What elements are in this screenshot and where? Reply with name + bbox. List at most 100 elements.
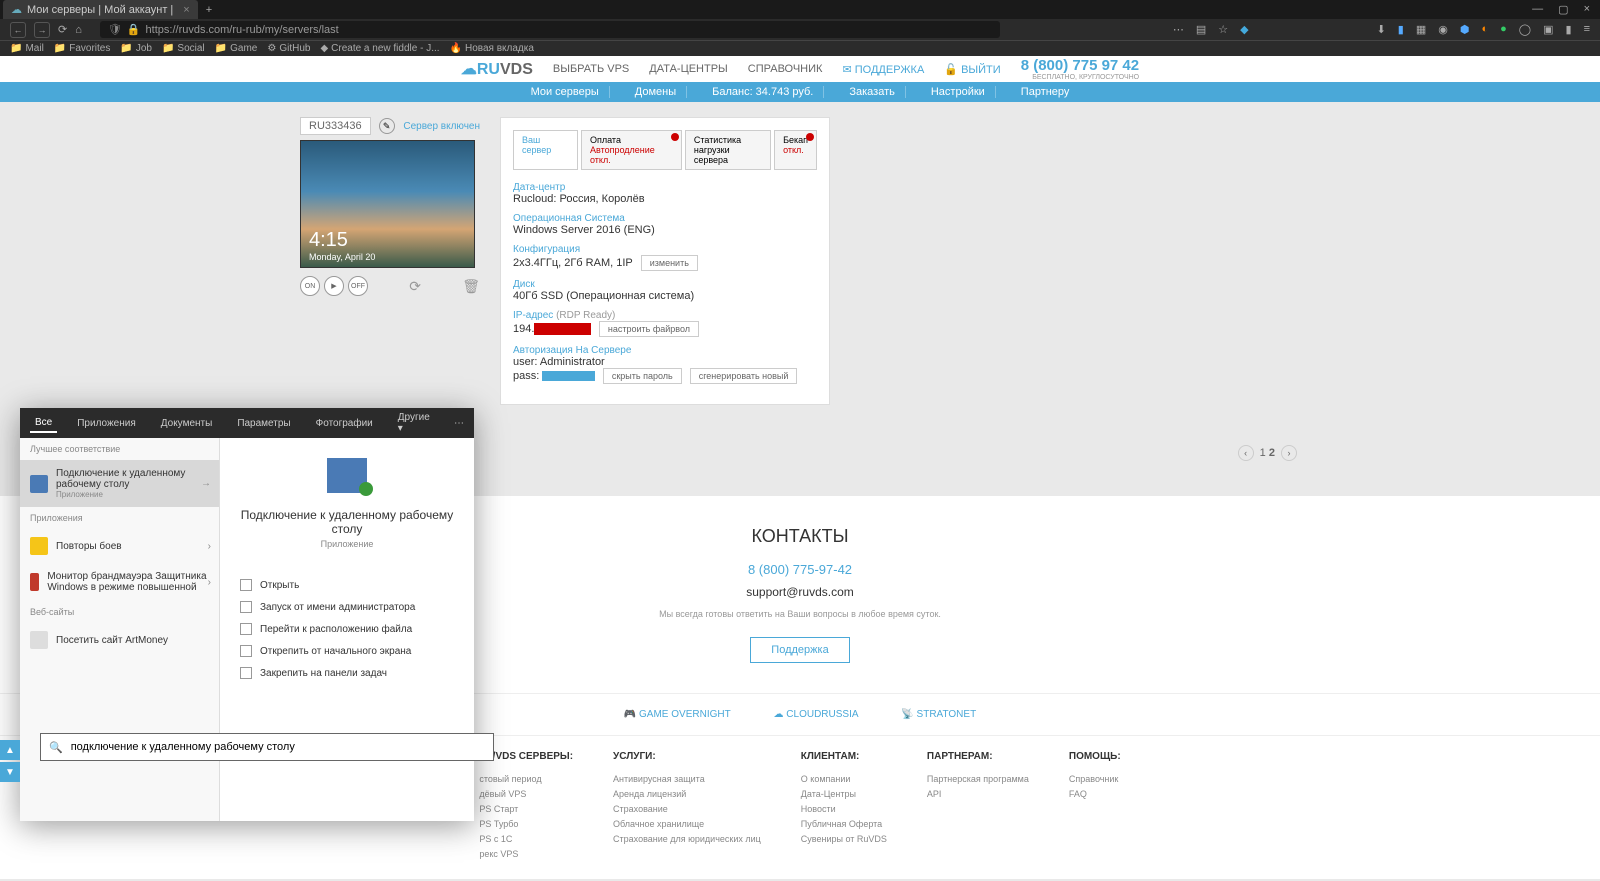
bookmark-item[interactable]: 📁 Mail xyxy=(10,43,44,54)
partner-link[interactable]: 📡 STRATONET xyxy=(901,709,976,720)
search-tab-more[interactable]: Другие ▾ xyxy=(393,409,439,437)
nav-reference[interactable]: СПРАВОЧНИК xyxy=(748,63,823,75)
power-on-button[interactable]: ON xyxy=(300,276,320,296)
server-preview[interactable]: 4:15 Monday, April 20 xyxy=(300,140,475,268)
nav-datacenters[interactable]: ДАТА-ЦЕНТРЫ xyxy=(649,63,728,75)
reload-icon[interactable]: ⟳ xyxy=(58,23,67,36)
gen-pass-button[interactable]: сгенерировать новый xyxy=(690,368,798,384)
tab-server[interactable]: Ваш сервер xyxy=(513,130,578,170)
ext-icon[interactable]: ◆ xyxy=(1240,23,1248,36)
header-phone[interactable]: 8 (800) 775 97 42 xyxy=(1021,57,1139,74)
refresh-icon[interactable]: ⟳ xyxy=(409,278,421,295)
nav-select-vps[interactable]: ВЫБРАТЬ VPS xyxy=(553,63,629,75)
bookmark-item[interactable]: 📁 Favorites xyxy=(54,43,111,54)
search-result-item[interactable]: Монитор брандмауэра Защитника Windows в … xyxy=(20,563,219,601)
back-button[interactable]: ← xyxy=(10,22,26,38)
search-tab-settings[interactable]: Параметры xyxy=(232,415,295,432)
hide-pass-button[interactable]: скрыть пароль xyxy=(603,368,682,384)
url-input[interactable]: 🛡 🔒 https://ruvds.com/ru-rub/my/servers/… xyxy=(100,21,1000,38)
edit-icon[interactable]: ✎ xyxy=(379,118,395,134)
footer-link[interactable]: Страхование для юридических лиц xyxy=(613,834,761,844)
dots-icon[interactable]: ⋯ xyxy=(1173,23,1184,36)
footer-link[interactable]: Облачное хранилище xyxy=(613,819,761,829)
subnav-partner[interactable]: Партнеру xyxy=(1011,86,1080,98)
toolbar-icon-10[interactable]: ▮ xyxy=(1566,23,1572,36)
change-button[interactable]: изменить xyxy=(641,255,698,271)
subnav-servers[interactable]: Мои серверы xyxy=(521,86,610,98)
footer-link[interactable]: Партнерская программа xyxy=(927,774,1029,784)
bookmark-item[interactable]: 🔥 Новая вкладка xyxy=(450,43,534,54)
action-file-location[interactable]: Перейти к расположению файла xyxy=(240,618,454,640)
bookmark-item[interactable]: 📁 Social xyxy=(162,43,205,54)
close-tab-icon[interactable]: × xyxy=(183,4,189,16)
action-run-admin[interactable]: Запуск от имени администратора xyxy=(240,596,454,618)
delete-icon[interactable]: 🗑 xyxy=(462,278,480,295)
bookmark-item[interactable]: 📁 Job xyxy=(120,43,152,54)
footer-link[interactable]: Справочник xyxy=(1069,774,1121,784)
bookmark-item[interactable]: 📁 Game xyxy=(215,43,258,54)
toolbar-icon-8[interactable]: ◯ xyxy=(1519,23,1531,36)
restart-button[interactable]: ▶ xyxy=(324,276,344,296)
subnav-balance[interactable]: Баланс: 34.743 руб. xyxy=(702,86,824,98)
logo[interactable]: ☁RUVDS xyxy=(461,59,533,79)
search-result-rdp[interactable]: Подключение к удаленному рабочему столуП… xyxy=(20,460,219,507)
footer-link[interactable]: PS Старт xyxy=(479,804,573,814)
search-tab-docs[interactable]: Документы xyxy=(156,415,218,432)
partner-link[interactable]: ☁ CLOUDRUSSIA xyxy=(774,709,859,720)
firewall-button[interactable]: настроить файрвол xyxy=(599,321,699,337)
toolbar-icon-6[interactable]: ◐ xyxy=(1481,23,1488,36)
footer-link[interactable]: рекс VPS xyxy=(479,849,573,859)
page-2[interactable]: 2 xyxy=(1269,447,1275,459)
search-result-item[interactable]: Посетить сайт ArtMoney xyxy=(20,623,219,657)
minimize-icon[interactable]: — xyxy=(1532,3,1543,16)
footer-link[interactable]: О компании xyxy=(801,774,887,784)
action-open[interactable]: Открыть xyxy=(240,574,454,596)
close-window-icon[interactable]: × xyxy=(1584,3,1590,16)
search-result-item[interactable]: Повторы боев › xyxy=(20,529,219,563)
support-button[interactable]: Поддержка xyxy=(750,637,849,663)
action-unpin-start[interactable]: Открепить от начального экрана xyxy=(240,640,454,662)
page-next-button[interactable]: › xyxy=(1281,445,1297,461)
tab-stats[interactable]: Статистиканагрузки сервера xyxy=(685,130,771,170)
footer-link[interactable]: PS с 1С xyxy=(479,834,573,844)
forward-button[interactable]: → xyxy=(34,22,50,38)
footer-link[interactable]: Аренда лицензий xyxy=(613,789,761,799)
footer-link[interactable]: FAQ xyxy=(1069,789,1121,799)
footer-link[interactable]: Страхование xyxy=(613,804,761,814)
footer-link[interactable]: Сувениры от RuVDS xyxy=(801,834,887,844)
action-pin-taskbar[interactable]: Закрепить на панели задач xyxy=(240,662,454,684)
footer-link[interactable]: стовый период xyxy=(479,774,573,784)
toolbar-icon-3[interactable]: ▦ xyxy=(1416,23,1426,36)
footer-link[interactable]: API xyxy=(927,789,1029,799)
search-more-icon[interactable]: ⋯ xyxy=(454,418,464,429)
bookmark-item[interactable]: ⚙ GitHub xyxy=(267,43,310,54)
subnav-order[interactable]: Заказать xyxy=(839,86,906,98)
footer-link[interactable]: Публичная Оферта xyxy=(801,819,887,829)
reader-icon[interactable]: ▤ xyxy=(1196,23,1206,36)
scroll-down-button[interactable]: ▼ xyxy=(0,762,20,782)
toolbar-icon-9[interactable]: ▣ xyxy=(1543,23,1553,36)
toolbar-icon-4[interactable]: ◉ xyxy=(1438,23,1448,36)
maximize-icon[interactable]: ▢ xyxy=(1558,3,1568,16)
search-tab-photos[interactable]: Фотографии xyxy=(311,415,378,432)
new-tab-button[interactable]: + xyxy=(206,4,212,16)
search-tab-apps[interactable]: Приложения xyxy=(72,415,141,432)
home-icon[interactable]: ⌂ xyxy=(75,24,82,36)
nav-support[interactable]: ✉ ПОДДЕРЖКА xyxy=(842,63,924,76)
tab-payment[interactable]: ОплатаАвтопродление откл. xyxy=(581,130,682,170)
browser-tab[interactable]: ☁ Мои серверы | Мой аккаунт | × xyxy=(3,0,198,19)
partner-link[interactable]: 🎮 GAME OVERNIGHT xyxy=(624,709,731,720)
menu-icon[interactable]: ≡ xyxy=(1584,23,1590,36)
star-icon[interactable]: ☆ xyxy=(1218,23,1228,36)
bookmark-item[interactable]: ◆ Create a new fiddle - J... xyxy=(320,43,439,54)
footer-link[interactable]: дёвый VPS xyxy=(479,789,573,799)
scroll-up-button[interactable]: ▲ xyxy=(0,740,20,760)
subnav-domains[interactable]: Домены xyxy=(625,86,687,98)
power-off-button[interactable]: OFF xyxy=(348,276,368,296)
tab-backup[interactable]: Бекапоткл. xyxy=(774,130,817,170)
toolbar-icon-2[interactable]: ▮ xyxy=(1398,23,1404,36)
nav-logout[interactable]: 🔓 ВЫЙТИ xyxy=(944,63,1000,76)
page-prev-button[interactable]: ‹ xyxy=(1238,445,1254,461)
toolbar-icon-1[interactable]: ⬇ xyxy=(1377,23,1386,36)
footer-link[interactable]: Новости xyxy=(801,804,887,814)
